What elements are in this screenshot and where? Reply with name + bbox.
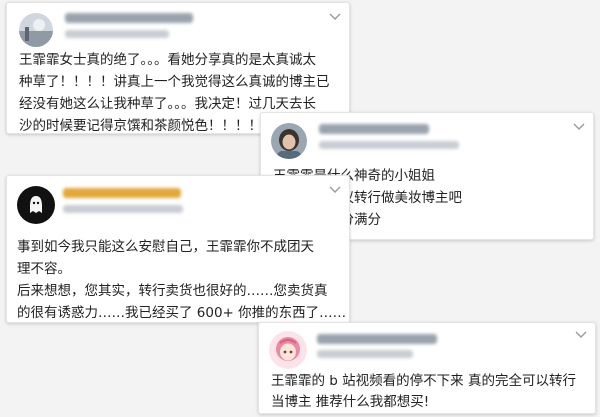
anime-girl-avatar-icon[interactable] bbox=[269, 331, 307, 369]
scenery-avatar-icon[interactable] bbox=[19, 13, 53, 47]
timestamp-blurred bbox=[65, 30, 169, 38]
person-photo-avatar-icon[interactable] bbox=[271, 123, 307, 159]
post-card: 王霏霏的 b 站视频看的停不下来 真的完全可以转行 当博主 推荐什么我都想买! bbox=[258, 322, 596, 414]
timestamp-blurred bbox=[63, 205, 183, 213]
username-blurred[interactable] bbox=[317, 334, 437, 344]
chevron-down-icon[interactable] bbox=[575, 331, 587, 339]
username-blurred[interactable] bbox=[63, 188, 181, 198]
chevron-down-icon[interactable] bbox=[573, 123, 585, 131]
timestamp-blurred bbox=[317, 350, 413, 358]
post-card: 事到如今我只能这么安慰自己，王霏霏你不成团天 理不容。 后来想想，您其实，转行卖… bbox=[6, 175, 350, 323]
post-text: 王霏霏的 b 站视频看的停不下来 真的完全可以转行 当博主 推荐什么我都想买! bbox=[271, 373, 576, 410]
timestamp-blurred bbox=[319, 141, 459, 149]
post-text: 事到如今我只能这么安慰自己，王霏霏你不成团天 理不容。 后来想想，您其实，转行卖… bbox=[17, 239, 347, 321]
chevron-down-icon[interactable] bbox=[329, 186, 341, 194]
username-blurred[interactable] bbox=[319, 124, 429, 134]
chevron-down-icon[interactable] bbox=[329, 13, 341, 21]
ghost-avatar-icon[interactable] bbox=[17, 186, 55, 224]
username-blurred[interactable] bbox=[65, 13, 193, 23]
